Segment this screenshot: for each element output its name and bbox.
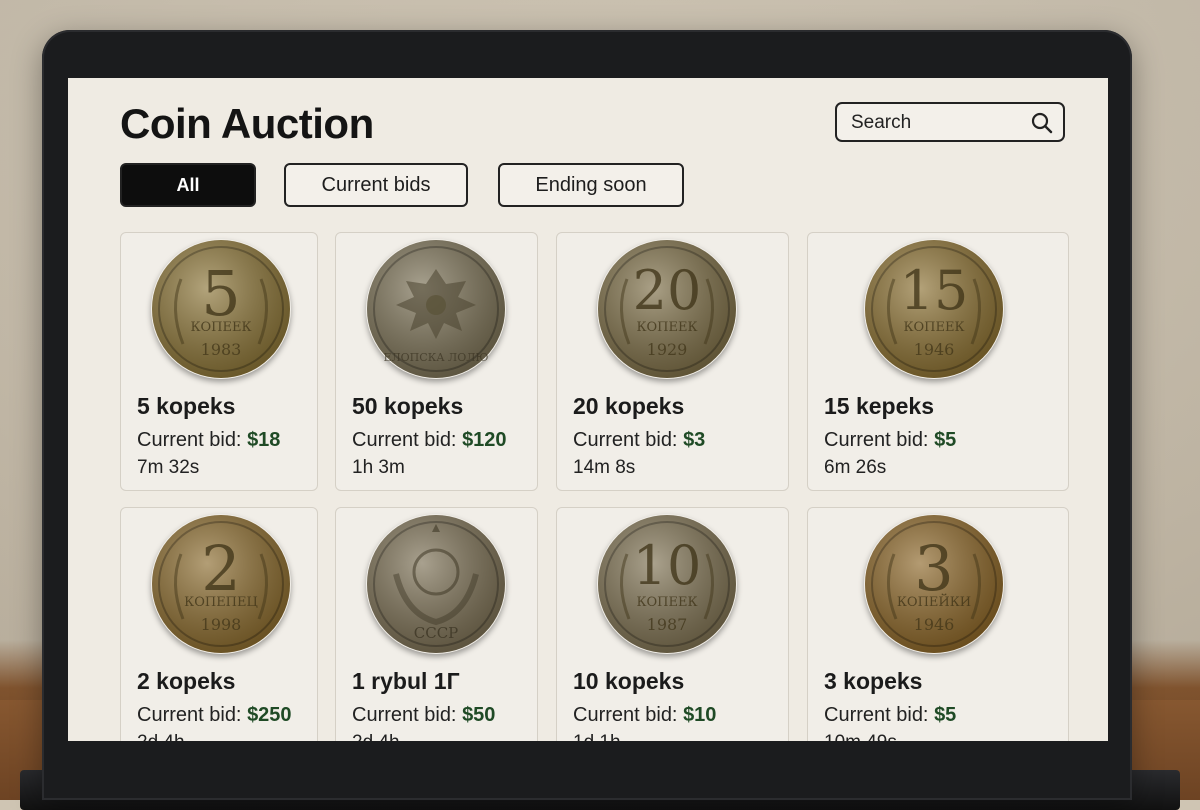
lot-name[interactable]: 15 kepeks [824,393,934,420]
app-window: Coin Auction All Current bids Ending soo… [68,78,1108,741]
bid-amount: $250 [247,704,292,726]
svg-text:1983: 1983 [201,340,242,359]
coin-image[interactable]: 10 КОПЕЕК 1987 [597,514,737,654]
coin-image[interactable]: 20 КОПЕЕК 1929 [597,239,737,379]
lot-card[interactable]: 15 КОПЕЕК 1946 15 kepeks Current bid: $5 6m … [807,232,1069,491]
bid-amount: $3 [683,429,706,451]
current-bid: Current bid: $5 [824,704,956,727]
svg-text:КОПЕЙКИ: КОПЕЙКИ [897,593,971,610]
svg-text:15: 15 [900,259,969,322]
svg-text:1987: 1987 [647,615,688,634]
bid-label: Current bid: [573,704,678,726]
search-icon[interactable] [1031,112,1053,134]
coin-image[interactable]: 2 КОПЕПЕЦ 1998 [151,514,291,654]
bid-label: Current bid: [352,429,457,451]
bid-label: Current bid: [824,429,929,451]
lot-card[interactable]: СССР 1 rybul 1Г Current bid: $50 2d 4h [335,507,538,741]
current-bid: Current bid: $50 [352,704,495,727]
svg-text:1929: 1929 [647,340,688,359]
time-remaining: 7m 32s [137,457,200,478]
coin-image[interactable]: 5 КОПЕЕК 1983 [151,239,291,379]
page-title: Coin Auction [120,100,374,147]
lot-card[interactable]: 10КОПЕЕК 1987 10 kopeks Current bid: $10 1d… [556,507,789,741]
tab-current-bids[interactable]: Current bids [284,163,468,207]
lot-card[interactable]: 5 КОПЕЕК 1983 5 kopeks Current bid: $18 7m 3… [120,232,318,491]
svg-text:КОПЕЕК: КОПЕЕК [636,595,697,610]
current-bid: Current bid: $10 [573,704,716,727]
coin-image[interactable]: 3 КОПЕЙКИ 1946 [864,514,1004,654]
lot-name[interactable]: 20 kopeks [573,393,684,420]
bid-label: Current bid: [137,704,242,726]
bid-amount: $120 [462,429,507,451]
svg-text:СССР: СССР [414,624,459,642]
time-remaining: 1d 1h [573,732,621,741]
time-remaining: 1h 3m [352,457,405,478]
svg-text:КОПЕЕК: КОПЕЕК [903,320,964,335]
coin-image[interactable]: ЕЛОПСКА ЛОЛЮ [366,239,506,379]
tab-all[interactable]: All [120,163,256,207]
svg-text:1946: 1946 [914,615,955,634]
coin-image[interactable]: 15 КОПЕЕК 1946 [864,239,1004,379]
svg-text:КОПЕПЕЦ: КОПЕПЕЦ [184,595,258,610]
svg-text:ЕЛОПСКА ЛОЛЮ: ЕЛОПСКА ЛОЛЮ [383,351,488,364]
lot-name[interactable]: 50 kopeks [352,393,463,420]
svg-text:20: 20 [633,259,702,322]
current-bid: Current bid: $120 [352,429,507,452]
lot-name[interactable]: 2 kopeks [137,668,235,695]
search-box[interactable] [835,102,1065,142]
bid-amount: $50 [462,704,496,726]
lot-name[interactable]: 3 kopeks [824,668,922,695]
lot-card[interactable]: 2КОПЕПЕЦ1998 2 kopeksCurrent bid: $2502d… [120,507,318,741]
current-bid: Current bid: $250 [137,704,292,727]
bid-amount: $5 [934,429,957,451]
search-input[interactable] [849,110,1023,136]
time-remaining: 2d 4h [352,732,400,741]
current-bid: Current bid: $18 [137,429,280,452]
time-remaining: 14m 8s [573,457,636,478]
bid-label: Current bid: [137,429,242,451]
svg-text:10: 10 [633,534,702,597]
lot-name[interactable]: 10 kopeks [573,668,684,695]
bid-amount: $18 [247,429,281,451]
bid-label: Current bid: [824,704,929,726]
tab-ending-soon[interactable]: Ending soon [498,163,684,207]
svg-text:1998: 1998 [201,615,242,634]
bid-label: Current bid: [352,704,457,726]
current-bid: Current bid: $5 [824,429,956,452]
lot-name[interactable]: 1 rybul 1Г [352,668,460,695]
svg-text:КОПЕЕК: КОПЕЕК [190,320,251,335]
lot-card[interactable]: ЕЛОПСКА ЛОЛЮ 50 kopeks Current bid: $120 1… [335,232,538,491]
svg-text:1946: 1946 [914,340,955,359]
time-remaining: 6m 26s [824,457,887,478]
time-remaining: 2d 4h [137,732,185,741]
lot-name[interactable]: 5 kopeks [137,393,235,420]
bid-amount: $10 [683,704,717,726]
lot-card[interactable]: 20 КОПЕЕК 1929 20 kopeks Current bid: $3 14m… [556,232,789,491]
lot-card[interactable]: 3КОПЕЙКИ1946 3 kopeksCurrent bid: $510m … [807,507,1069,741]
svg-text:КОПЕЕК: КОПЕЕК [636,320,697,335]
time-remaining: 10m 49s [824,732,897,741]
bid-label: Current bid: [573,429,678,451]
coin-image[interactable]: СССР [366,514,506,654]
bid-amount: $5 [934,704,957,726]
current-bid: Current bid: $3 [573,429,705,452]
